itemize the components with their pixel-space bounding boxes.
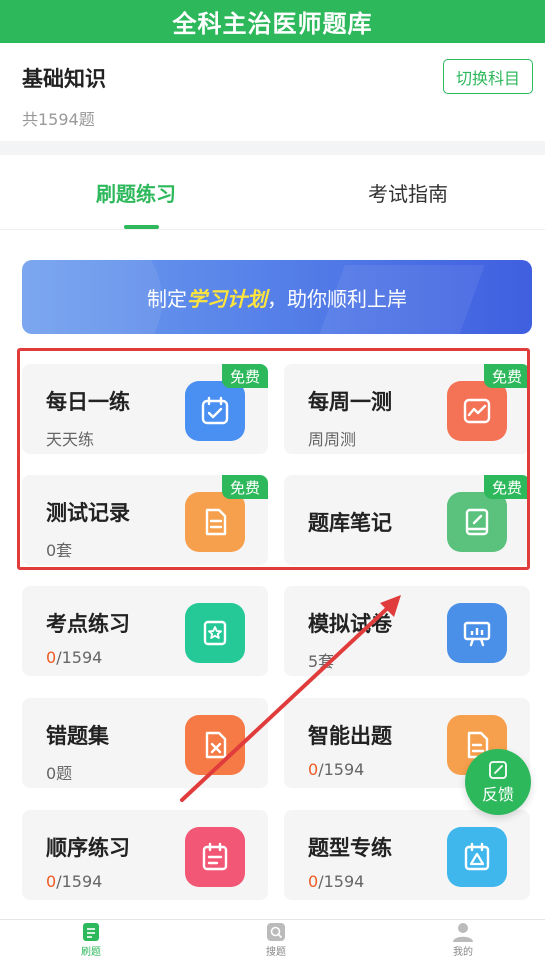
nav-item-profile[interactable]: 我的 (423, 920, 503, 959)
card-subtitle: 0/1594 (46, 648, 102, 667)
banner-highlight: 学习计划 (187, 286, 267, 311)
free-badge: 免费 (483, 475, 530, 499)
card-subtitle: 0/1594 (46, 872, 102, 891)
page-title: 全科主治医师题库 (172, 10, 373, 38)
card-subtitle: 0题 (46, 764, 73, 783)
card-subtitle: 0/1594 (308, 760, 364, 779)
switch-subject-button[interactable]: 切换科目 (443, 59, 533, 94)
doc-list-icon (83, 923, 99, 941)
progress-count: 0 (46, 872, 57, 891)
nav-item-practice[interactable]: 刷题 (51, 920, 131, 959)
study-plan-banner[interactable]: 制定学习计划，助你顺利上岸 (22, 260, 532, 334)
progress-total: /1594 (318, 872, 365, 891)
progress-count: 0 (308, 760, 319, 779)
card-weekly-test[interactable]: 每周一测 周周测 免费 (284, 364, 530, 454)
notebook-pen-icon (447, 492, 507, 552)
card-subtitle: 周周测 (308, 430, 357, 449)
card-wrong-questions[interactable]: 错题集 0题 (22, 698, 268, 788)
document-icon (185, 492, 245, 552)
free-badge: 免费 (221, 475, 268, 499)
card-title: 题型专练 (308, 836, 392, 860)
card-title: 题库笔记 (308, 511, 392, 535)
tab-bar: 刷题练习 考试指南 (0, 155, 545, 230)
card-test-records[interactable]: 测试记录 0套 免费 (22, 475, 268, 565)
feedback-button[interactable]: 反馈 (465, 749, 531, 815)
free-badge: 免费 (483, 364, 530, 388)
card-subtitle: 5套 (308, 652, 335, 671)
card-title: 错题集 (46, 724, 109, 748)
card-title: 每日一练 (46, 390, 130, 414)
search-icon (267, 923, 285, 941)
app-header: 全科主治医师题库 (0, 0, 545, 43)
card-title: 智能出题 (308, 724, 392, 748)
nav-label-practice: 刷题 (81, 947, 101, 958)
presentation-chart-icon (447, 603, 507, 663)
progress-total: /1594 (56, 872, 103, 891)
progress-total: /1594 (56, 648, 103, 667)
nav-label-search: 搜题 (266, 947, 286, 958)
bottom-nav: 刷题 搜题 我的 (0, 919, 545, 959)
card-subtitle: 0套 (46, 541, 73, 560)
user-icon (453, 923, 473, 942)
nav-label-profile: 我的 (453, 947, 473, 958)
nav-item-search[interactable]: 搜题 (236, 920, 316, 959)
list-calendar-icon (185, 827, 245, 887)
card-question-type-practice[interactable]: 题型专练 0/1594 (284, 810, 530, 900)
question-count: 共1594题 (22, 110, 95, 129)
card-mock-exam[interactable]: 模拟试卷 5套 (284, 586, 530, 676)
card-daily-practice[interactable]: 每日一练 天天练 免费 (22, 364, 268, 454)
calendar-check-icon (185, 381, 245, 441)
banner-text: 制定学习计划，助你顺利上岸 (147, 283, 407, 312)
main-panel: 刷题练习 考试指南 制定学习计划，助你顺利上岸 每日一练 天天练 免费 每周一测… (0, 155, 545, 919)
tab-practice[interactable]: 刷题练习 (0, 155, 272, 230)
line-chart-icon (447, 381, 507, 441)
card-key-point-practice[interactable]: 考点练习 0/1594 (22, 586, 268, 676)
card-title: 考点练习 (46, 612, 130, 636)
triangle-calendar-icon (447, 827, 507, 887)
card-subtitle: 天天练 (46, 430, 95, 449)
progress-count: 0 (46, 648, 57, 667)
subject-card: 基础知识 共1594题 切换科目 (0, 43, 545, 141)
progress-count: 0 (308, 872, 319, 891)
subject-name: 基础知识 (22, 67, 106, 91)
free-badge: 免费 (221, 364, 268, 388)
banner-suffix: ，助你顺利上岸 (267, 286, 407, 311)
tab-exam-guide[interactable]: 考试指南 (272, 155, 544, 230)
card-title: 测试记录 (46, 501, 130, 525)
card-title: 模拟试卷 (308, 612, 392, 636)
error-doc-icon (185, 715, 245, 775)
card-title: 每周一测 (308, 390, 392, 414)
edit-icon (489, 761, 507, 779)
banner-prefix: 制定 (147, 286, 187, 311)
card-sequential-practice[interactable]: 顺序练习 0/1594 (22, 810, 268, 900)
feedback-label: 反馈 (481, 785, 514, 804)
tab-active-indicator (124, 225, 159, 229)
star-book-icon (185, 603, 245, 663)
card-subtitle: 0/1594 (308, 872, 364, 891)
card-title: 顺序练习 (46, 836, 130, 860)
card-question-notes[interactable]: 题库笔记 免费 (284, 475, 530, 565)
progress-total: /1594 (318, 760, 365, 779)
